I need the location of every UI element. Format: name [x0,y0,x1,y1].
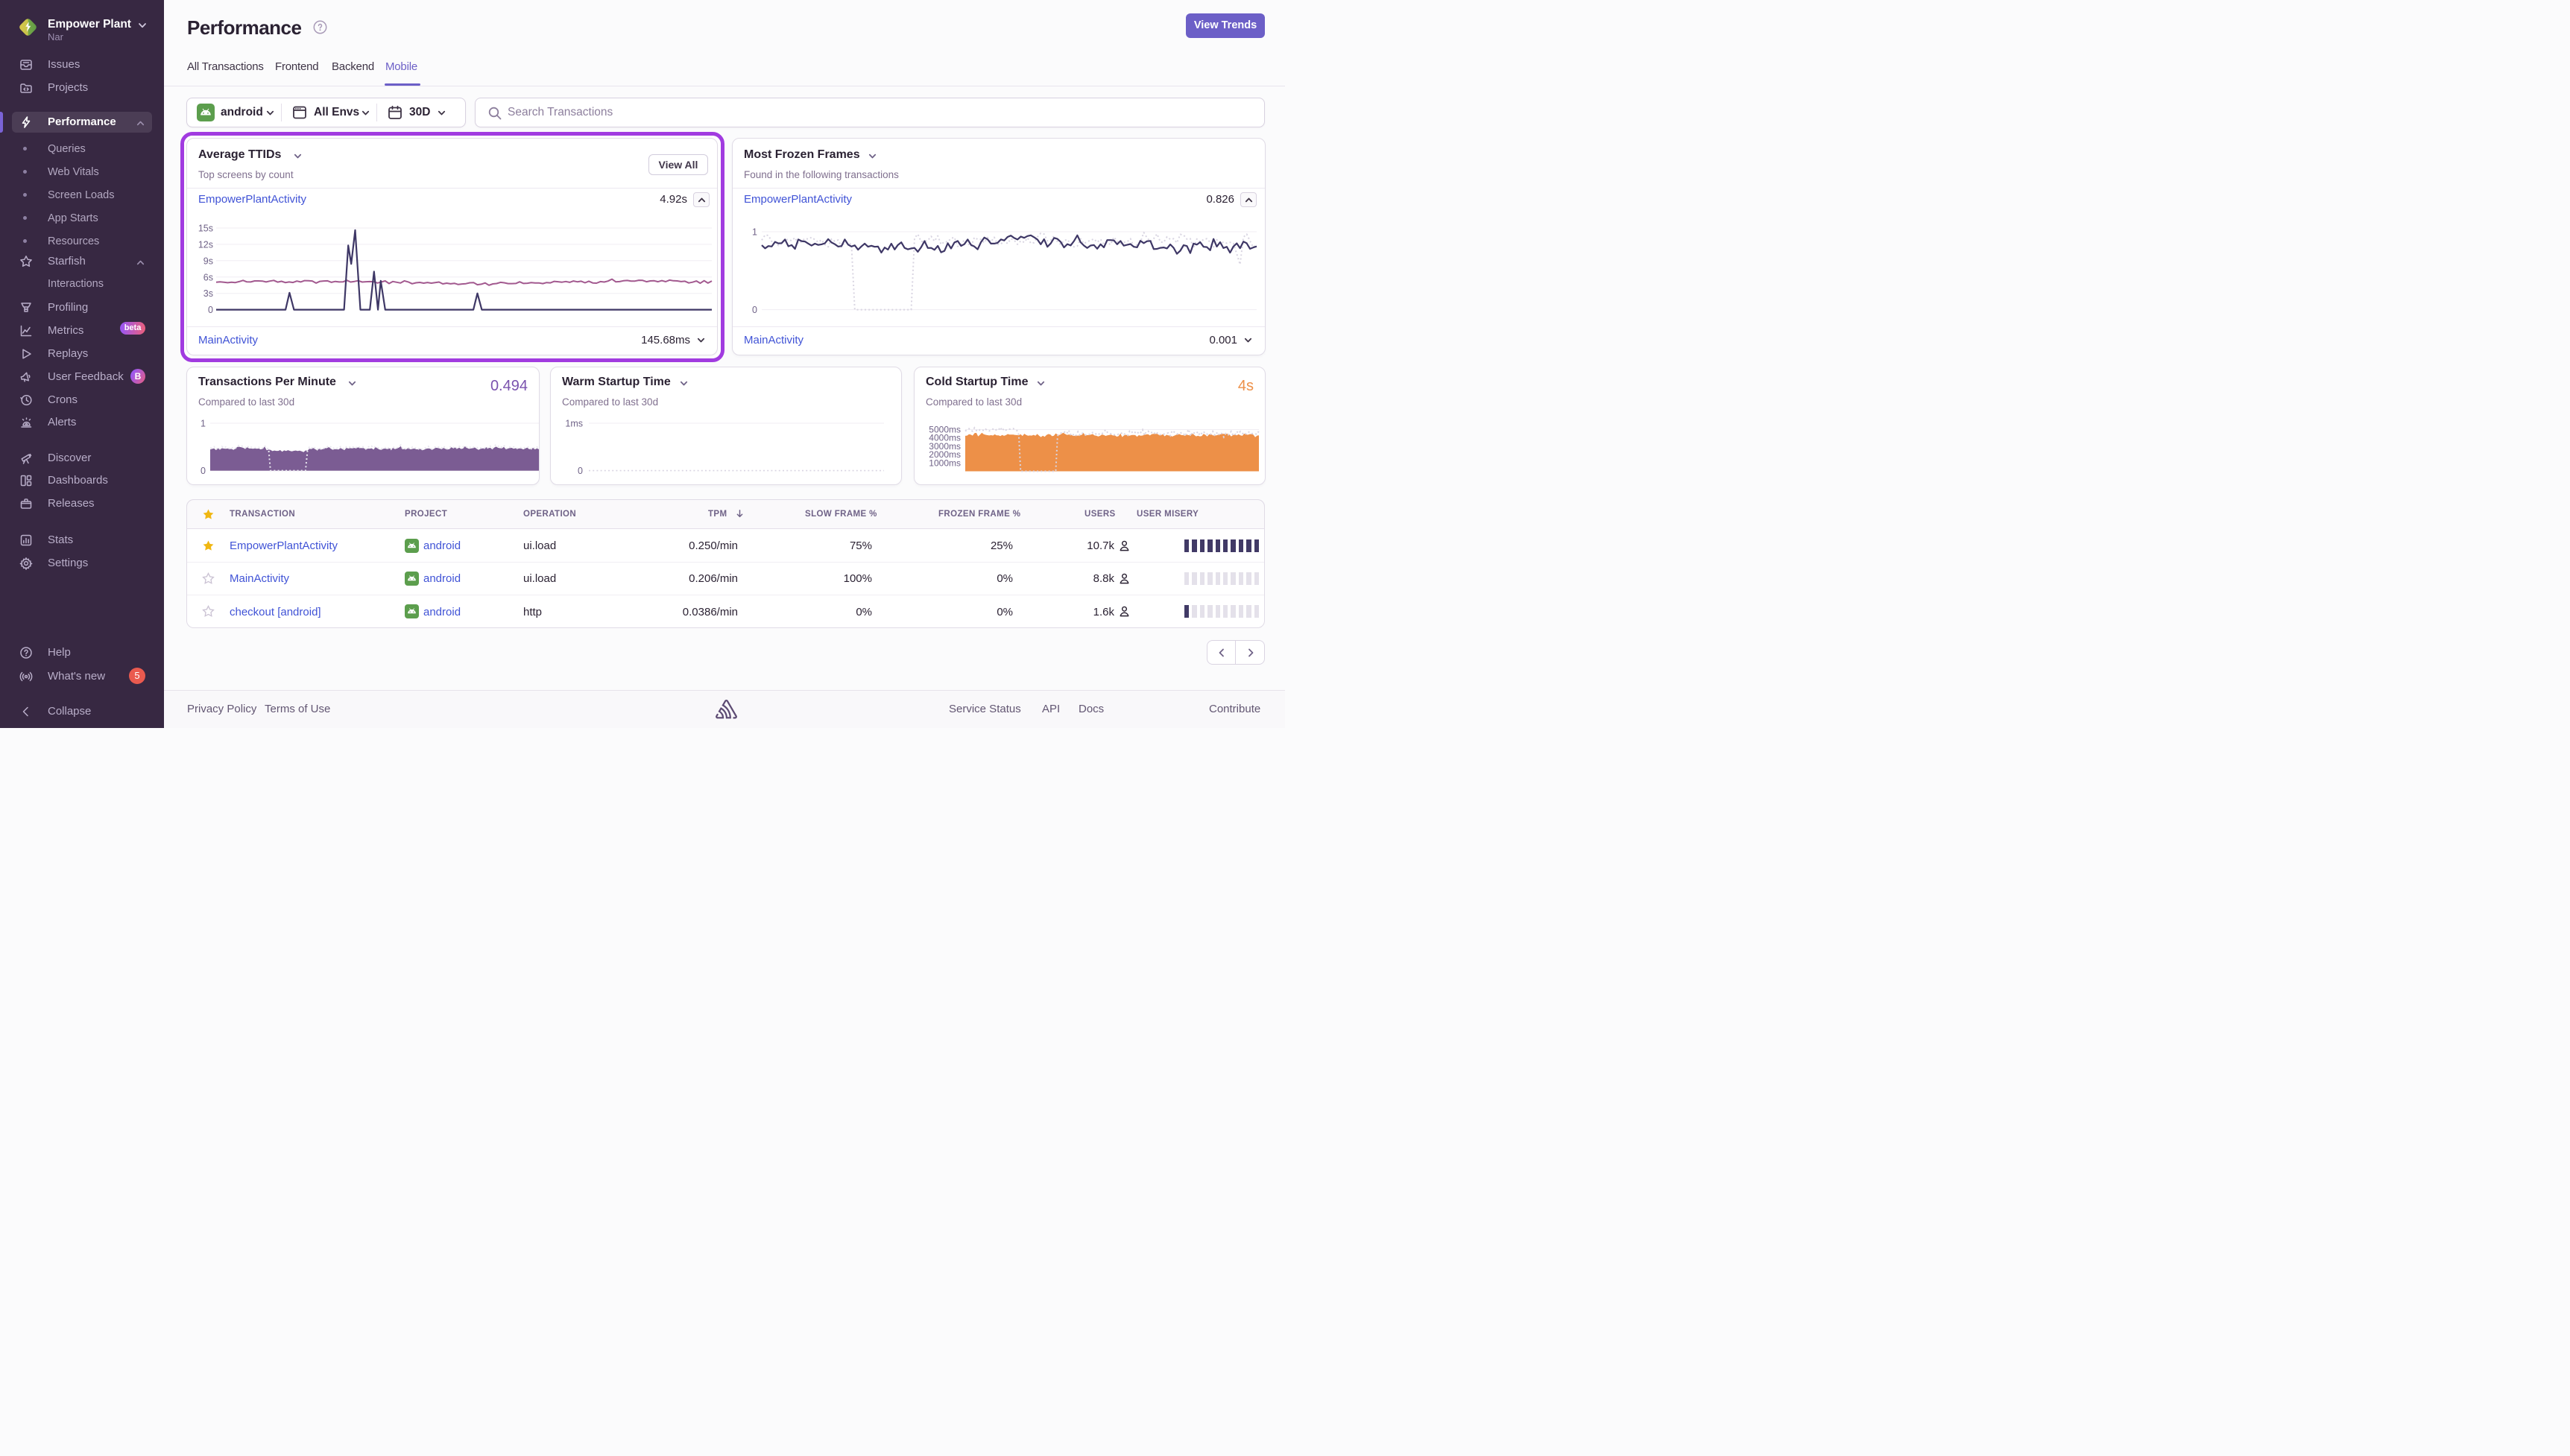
svg-text:3s: 3s [203,288,213,299]
svg-text:0: 0 [752,305,757,315]
svg-text:0: 0 [578,466,583,476]
svg-text:9s: 9s [203,256,213,266]
svg-text:15s: 15s [198,224,213,234]
svg-text:0: 0 [201,466,206,476]
svg-text:1ms: 1ms [565,419,583,429]
svg-text:1: 1 [201,419,206,429]
svg-text:12s: 12s [198,239,213,250]
svg-text:6s: 6s [203,272,213,282]
svg-text:0: 0 [208,305,213,315]
svg-text:1: 1 [752,227,757,238]
svg-text:1000ms: 1000ms [929,458,961,468]
